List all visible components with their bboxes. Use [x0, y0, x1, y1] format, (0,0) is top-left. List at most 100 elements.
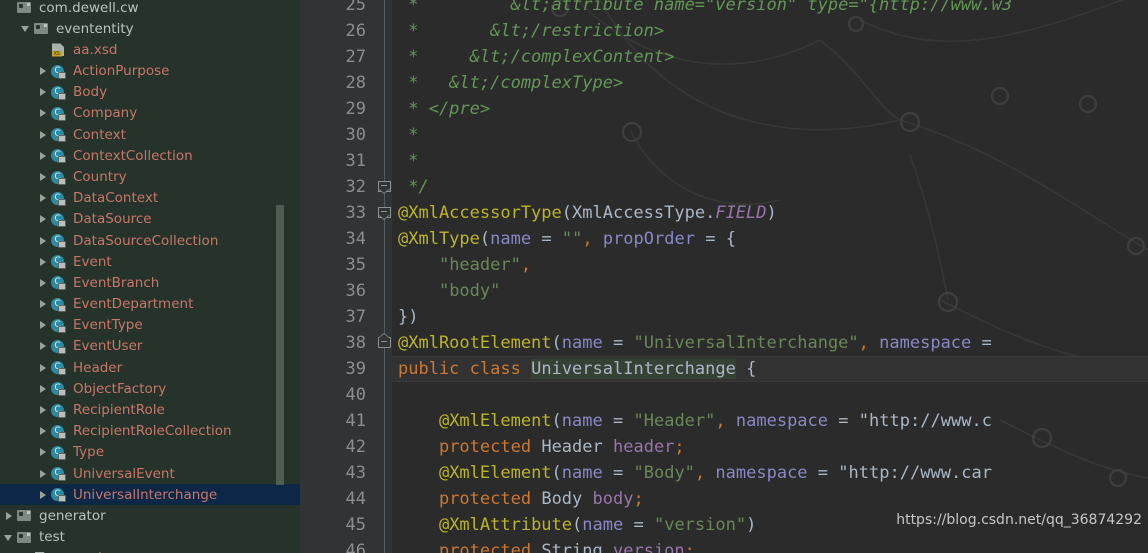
- code-line-42[interactable]: 42 protected Header header;: [300, 434, 1148, 460]
- chevron-down-icon[interactable]: [20, 18, 33, 39]
- code-text[interactable]: @XmlRootElement(name = "UniversalInterch…: [398, 330, 992, 356]
- code-text[interactable]: public class UniversalInterchange {: [398, 356, 756, 382]
- code-text[interactable]: protected String version;: [398, 538, 695, 553]
- tree-item-context[interactable]: C Context: [0, 124, 300, 145]
- tree-item-universalevent[interactable]: C UniversalEvent: [0, 463, 300, 484]
- code-text[interactable]: * &lt;/complexContent>: [398, 44, 674, 70]
- chevron-right-icon[interactable]: [37, 294, 50, 315]
- tree-item-body[interactable]: C Body: [0, 82, 300, 103]
- chevron-right-icon[interactable]: [37, 484, 50, 505]
- tree-item-company[interactable]: C Company: [0, 103, 300, 124]
- code-line-31[interactable]: 31 *: [300, 148, 1148, 174]
- chevron-right-icon[interactable]: [37, 103, 50, 124]
- code-line-43[interactable]: 43 @XmlElement(name = "Body", namespace …: [300, 460, 1148, 486]
- tree-item-event[interactable]: C Event: [0, 251, 300, 272]
- code-text[interactable]: *: [398, 122, 429, 148]
- tree-item-eventtype[interactable]: C EventType: [0, 315, 300, 336]
- xsd-file-icon: XS: [50, 39, 68, 60]
- code-text[interactable]: "body": [398, 278, 500, 304]
- tree-item-datasourcecollection[interactable]: C DataSourceCollection: [0, 230, 300, 251]
- chevron-right-icon[interactable]: [37, 145, 50, 166]
- code-line-37[interactable]: 37}): [300, 304, 1148, 330]
- tree-item-eventdepartment[interactable]: C EventDepartment: [0, 294, 300, 315]
- tree-item-contextcollection[interactable]: C ContextCollection: [0, 145, 300, 166]
- code-line-26[interactable]: 26 * &lt;/restriction>: [300, 18, 1148, 44]
- code-text[interactable]: "header",: [398, 252, 531, 278]
- tree-item-actionpurpose[interactable]: C ActionPurpose: [0, 61, 300, 82]
- code-line-38[interactable]: 38 @XmlRootElement(name = "UniversalInter…: [300, 330, 1148, 356]
- chevron-right-icon[interactable]: [37, 378, 50, 399]
- code-line-28[interactable]: 28 * &lt;/complexType>: [300, 70, 1148, 96]
- chevron-right-icon[interactable]: [37, 463, 50, 484]
- chevron-right-icon[interactable]: [37, 336, 50, 357]
- chevron-right-icon[interactable]: [37, 315, 50, 336]
- code-line-40[interactable]: 40: [300, 382, 1148, 408]
- tree-item-recipientrolecollection[interactable]: C RecipientRoleCollection: [0, 421, 300, 442]
- tree-item-datasource[interactable]: C DataSource: [0, 209, 300, 230]
- chevron-right-icon[interactable]: [37, 272, 50, 293]
- tree-item-header[interactable]: C Header: [0, 357, 300, 378]
- chevron-right-icon[interactable]: [37, 251, 50, 272]
- code-line-30[interactable]: 30 *: [300, 122, 1148, 148]
- tree-item-country[interactable]: C Country: [0, 166, 300, 187]
- code-line-27[interactable]: 27 * &lt;/complexContent>: [300, 44, 1148, 70]
- sidebar-scrollbar-track[interactable]: [276, 0, 292, 553]
- tree-item-universalinterchange[interactable]: C UniversalInterchange: [0, 484, 300, 506]
- code-line-36[interactable]: 36 "body": [300, 278, 1148, 304]
- tree-item-com-dewell-cw[interactable]: com.dewell.cw: [0, 0, 300, 18]
- code-text[interactable]: protected Body body;: [398, 486, 644, 512]
- chevron-right-icon[interactable]: [37, 167, 50, 188]
- chevron-right-icon[interactable]: [37, 209, 50, 230]
- code-text[interactable]: * &lt;/complexType>: [398, 70, 623, 96]
- tree-item-datacontext[interactable]: C DataContext: [0, 188, 300, 209]
- code-line-46[interactable]: 46 protected String version;: [300, 538, 1148, 553]
- tree-item-eventuser[interactable]: C EventUser: [0, 336, 300, 357]
- project-tree-panel[interactable]: com.dewell.cw evententity XS aa.xsd C ActionP…: [0, 0, 300, 553]
- code-text[interactable]: @XmlElement(name = "Body", namespace = "…: [398, 460, 992, 486]
- code-text[interactable]: protected Header header;: [398, 434, 685, 460]
- tree-item-evententity[interactable]: evententity: [0, 18, 300, 39]
- chevron-right-icon[interactable]: [37, 357, 50, 378]
- chevron-right-icon[interactable]: [37, 230, 50, 251]
- code-line-41[interactable]: 41 @XmlElement(name = "Header", namespac…: [300, 408, 1148, 434]
- code-editor[interactable]: 25 * &lt;attribute name="version" type="…: [300, 0, 1148, 553]
- chevron-right-icon[interactable]: [37, 188, 50, 209]
- code-lines[interactable]: 25 * &lt;attribute name="version" type="…: [300, 0, 1148, 553]
- code-text[interactable]: @XmlAttribute(name = "version"): [398, 512, 756, 538]
- chevron-right-icon[interactable]: [37, 82, 50, 103]
- code-line-25[interactable]: 25 * &lt;attribute name="version" type="…: [300, 0, 1148, 18]
- tree-item-recipientrole[interactable]: C RecipientRole: [0, 399, 300, 420]
- selected-text[interactable]: UniversalInterchange: [531, 359, 736, 379]
- code-line-44[interactable]: 44 protected Body body;: [300, 486, 1148, 512]
- chevron-right-icon[interactable]: [37, 442, 50, 463]
- code-line-32[interactable]: 32 */: [300, 174, 1148, 200]
- chevron-right-icon[interactable]: [3, 505, 16, 526]
- chevron-right-icon[interactable]: [37, 124, 50, 145]
- tree-item-aa-xsd[interactable]: XS aa.xsd: [0, 39, 300, 60]
- tree-item-type[interactable]: C Type: [0, 442, 300, 463]
- code-text[interactable]: * &lt;attribute name="version" type="{ht…: [398, 0, 1012, 18]
- chevron-right-icon[interactable]: [37, 400, 50, 421]
- tree-item-eventbranch[interactable]: C EventBranch: [0, 272, 300, 293]
- chevron-down-icon[interactable]: [3, 527, 16, 548]
- code-line-39[interactable]: 39 public class UniversalInterchange {: [300, 356, 1148, 382]
- code-text[interactable]: @XmlAccessorType(XmlAccessType.FIELD): [398, 200, 777, 226]
- code-text[interactable]: * &lt;/restriction>: [398, 18, 664, 44]
- tree-item-objectfactory[interactable]: C ObjectFactory: [0, 378, 300, 399]
- code-line-33[interactable]: 33 @XmlAccessorType(XmlAccessType.FIELD): [300, 200, 1148, 226]
- code-text[interactable]: * </pre>: [398, 96, 490, 122]
- chevron-right-icon[interactable]: [37, 61, 50, 82]
- code-line-29[interactable]: 29 * </pre>: [300, 96, 1148, 122]
- code-text[interactable]: @XmlType(name = "", propOrder = {: [398, 226, 736, 252]
- code-line-34[interactable]: 34 @XmlType(name = "", propOrder = {: [300, 226, 1148, 252]
- code-line-35[interactable]: 35 "header",: [300, 252, 1148, 278]
- sidebar-scrollbar-thumb[interactable]: [276, 205, 284, 485]
- code-text[interactable]: }): [398, 304, 419, 330]
- tree-item-aa-xml[interactable]: XMaa.xml: [0, 548, 300, 553]
- code-text[interactable]: @XmlElement(name = "Header", namespace =…: [398, 408, 992, 434]
- tree-item-test[interactable]: test: [0, 527, 300, 548]
- chevron-right-icon[interactable]: [37, 421, 50, 442]
- tree-item-generator[interactable]: generator: [0, 505, 300, 526]
- code-text[interactable]: *: [398, 148, 429, 174]
- code-text[interactable]: */: [398, 174, 428, 200]
